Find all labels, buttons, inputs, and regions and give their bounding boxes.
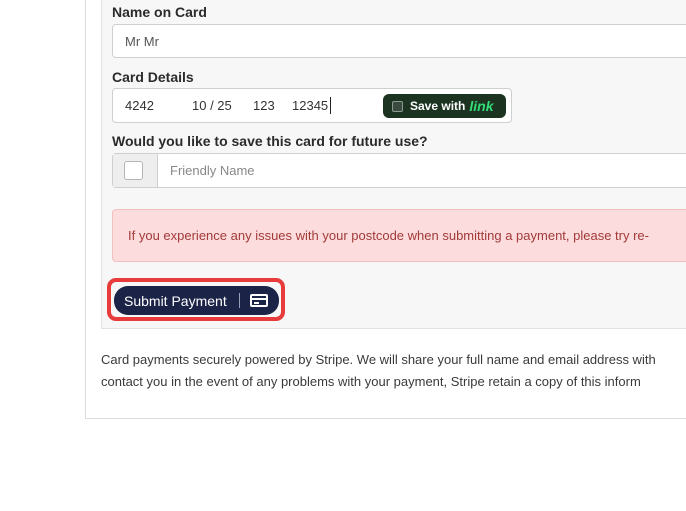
postcode-alert: If you experience any issues with your p… <box>112 209 686 262</box>
name-on-card-input[interactable] <box>112 24 686 58</box>
save-with-label: Save with <box>410 99 466 113</box>
postcode-alert-text: If you experience any issues with your p… <box>128 228 649 243</box>
submit-payment-label: Submit Payment <box>124 292 227 309</box>
card-details-input[interactable]: 4242 10 / 25 123 12345 Save with link <box>112 88 512 123</box>
card-expiry-value[interactable]: 10 / 25 <box>192 98 232 113</box>
button-separator <box>238 293 240 308</box>
name-on-card-label: Name on Card <box>112 4 207 20</box>
card-details-label: Card Details <box>112 69 194 85</box>
card-number-value[interactable]: 4242 <box>125 98 154 113</box>
card-postcode-value[interactable]: 12345 <box>292 98 328 113</box>
save-card-checkbox[interactable] <box>124 161 143 180</box>
card-cvc-value[interactable]: 123 <box>253 98 275 113</box>
stripe-disclaimer-line-2: contact you in the event of any problems… <box>101 374 641 389</box>
link-logo: link <box>469 98 494 114</box>
save-card-label: Would you like to save this card for fut… <box>112 133 428 149</box>
link-checkbox[interactable] <box>392 100 403 112</box>
save-with-link-toggle[interactable]: Save with link <box>383 94 506 118</box>
text-cursor <box>330 97 331 114</box>
submit-payment-button[interactable]: Submit Payment <box>114 286 279 315</box>
friendly-name-input[interactable] <box>158 154 686 187</box>
credit-card-icon <box>249 294 268 307</box>
stripe-disclaimer-line-1: Card payments securely powered by Stripe… <box>101 352 656 367</box>
save-card-addon <box>113 154 158 187</box>
save-card-group <box>112 153 686 188</box>
